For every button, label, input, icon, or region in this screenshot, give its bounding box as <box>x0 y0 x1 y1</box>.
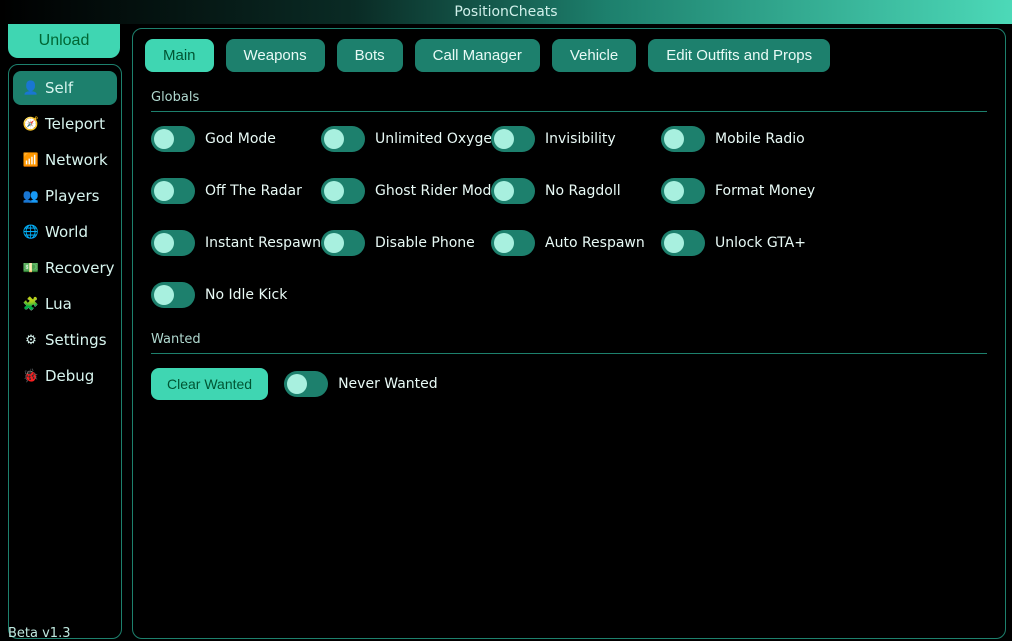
toggle-format_money[interactable] <box>661 178 705 204</box>
sidebar-item-network[interactable]: 📶 Network <box>13 143 117 177</box>
sidebar-item-label: Players <box>45 187 100 205</box>
toggle-item-god_mode: God Mode <box>151 126 321 152</box>
tab-callmgr[interactable]: Call Manager <box>415 39 540 72</box>
sidebar: 👤 Self 🧭 Teleport 📶 Network 👥 Players 🌐 World 💵 Rec… <box>8 64 122 639</box>
toggle-disable_phone[interactable] <box>321 230 365 256</box>
toggle-item-ghost_rider: Ghost Rider Mode <box>321 178 491 204</box>
sidebar-item-debug[interactable]: 🐞 Debug <box>13 359 117 393</box>
section-rule <box>151 111 987 112</box>
title-bar: PositionCheats <box>0 0 1012 24</box>
sidebar-item-label: Debug <box>45 367 94 385</box>
wifi-icon: 📶 <box>23 152 39 168</box>
sidebar-item-label: Network <box>45 151 108 169</box>
toggle-instant_respawn[interactable] <box>151 230 195 256</box>
toggle-label-invisibility: Invisibility <box>545 131 616 147</box>
tab-bar: Main Weapons Bots Call Manager Vehicle Edit O… <box>133 29 1005 80</box>
toggle-item-unlock_gta_plus: Unlock GTA+ <box>661 230 831 256</box>
toggle-label-auto_respawn: Auto Respawn <box>545 235 645 251</box>
sidebar-item-recovery[interactable]: 💵 Recovery <box>13 251 117 285</box>
sidebar-item-teleport[interactable]: 🧭 Teleport <box>13 107 117 141</box>
tab-main[interactable]: Main <box>145 39 214 72</box>
section-label-wanted: Wanted <box>151 328 987 349</box>
toggle-label-ghost_rider: Ghost Rider Mode <box>375 183 500 199</box>
globals-toggle-grid: God Mode Unlimited Oxygen Invisibility Mobi… <box>151 126 987 308</box>
sidebar-item-lua[interactable]: 🧩 Lua <box>13 287 117 321</box>
sidebar-item-players[interactable]: 👥 Players <box>13 179 117 213</box>
people-icon: 👥 <box>23 188 39 204</box>
tab-vehicle[interactable]: Vehicle <box>552 39 636 72</box>
toggle-item-disable_phone: Disable Phone <box>321 230 491 256</box>
toggle-label-mobile_radio: Mobile Radio <box>715 131 805 147</box>
never-wanted-toggle[interactable] <box>284 371 328 397</box>
toggle-label-god_mode: God Mode <box>205 131 276 147</box>
toggle-item-unlimited_oxygen: Unlimited Oxygen <box>321 126 491 152</box>
content-scroll[interactable]: Globals God Mode Unlimited Oxygen Invisibi… <box>133 80 1005 638</box>
toggle-label-no_idle_kick: No Idle Kick <box>205 287 287 303</box>
toggle-unlimited_oxygen[interactable] <box>321 126 365 152</box>
section-label-globals: Globals <box>151 86 987 107</box>
main-panel: Main Weapons Bots Call Manager Vehicle Edit O… <box>132 28 1006 639</box>
toggle-off_the_radar[interactable] <box>151 178 195 204</box>
compass-icon: 🧭 <box>23 116 39 132</box>
puzzle-icon: 🧩 <box>23 296 39 312</box>
sidebar-item-label: Lua <box>45 295 72 313</box>
toggle-label-off_the_radar: Off The Radar <box>205 183 302 199</box>
wanted-row: Clear Wanted Never Wanted <box>151 368 987 400</box>
toggle-label-no_ragdoll: No Ragdoll <box>545 183 621 199</box>
tab-outfits[interactable]: Edit Outfits and Props <box>648 39 830 72</box>
unload-button[interactable]: Unload <box>8 24 120 58</box>
sidebar-item-label: Settings <box>45 331 107 349</box>
user-icon: 👤 <box>23 80 39 96</box>
never-wanted-toggle-item: Never Wanted <box>284 371 438 397</box>
toggle-invisibility[interactable] <box>491 126 535 152</box>
toggle-label-unlimited_oxygen: Unlimited Oxygen <box>375 131 501 147</box>
toggle-no_ragdoll[interactable] <box>491 178 535 204</box>
bug-icon: 🐞 <box>23 368 39 384</box>
sidebar-item-world[interactable]: 🌐 World <box>13 215 117 249</box>
toggle-item-instant_respawn: Instant Respawn <box>151 230 321 256</box>
toggle-item-no_idle_kick: No Idle Kick <box>151 282 321 308</box>
toggle-item-off_the_radar: Off The Radar <box>151 178 321 204</box>
toggle-label-format_money: Format Money <box>715 183 815 199</box>
toggle-god_mode[interactable] <box>151 126 195 152</box>
sidebar-item-label: Self <box>45 79 73 97</box>
toggle-no_idle_kick[interactable] <box>151 282 195 308</box>
toggle-item-no_ragdoll: No Ragdoll <box>491 178 661 204</box>
sidebar-item-label: Recovery <box>45 259 115 277</box>
toggle-auto_respawn[interactable] <box>491 230 535 256</box>
clear-wanted-button[interactable]: Clear Wanted <box>151 368 268 400</box>
cash-icon: 💵 <box>23 260 39 276</box>
gear-icon: ⚙ <box>23 332 39 348</box>
toggle-ghost_rider[interactable] <box>321 178 365 204</box>
globe-icon: 🌐 <box>23 224 39 240</box>
tab-weapons[interactable]: Weapons <box>226 39 325 72</box>
toggle-mobile_radio[interactable] <box>661 126 705 152</box>
sidebar-item-settings[interactable]: ⚙ Settings <box>13 323 117 357</box>
toggle-unlock_gta_plus[interactable] <box>661 230 705 256</box>
toggle-item-mobile_radio: Mobile Radio <box>661 126 831 152</box>
toggle-item-invisibility: Invisibility <box>491 126 661 152</box>
toggle-label-instant_respawn: Instant Respawn <box>205 235 321 251</box>
toggle-item-format_money: Format Money <box>661 178 831 204</box>
never-wanted-label: Never Wanted <box>338 376 438 392</box>
sidebar-item-label: Teleport <box>45 115 105 133</box>
toggle-label-unlock_gta_plus: Unlock GTA+ <box>715 235 806 251</box>
app-title: PositionCheats <box>454 4 557 20</box>
section-rule <box>151 353 987 354</box>
tab-bots[interactable]: Bots <box>337 39 403 72</box>
toggle-label-disable_phone: Disable Phone <box>375 235 475 251</box>
sidebar-item-self[interactable]: 👤 Self <box>13 71 117 105</box>
sidebar-item-label: World <box>45 223 88 241</box>
toggle-item-auto_respawn: Auto Respawn <box>491 230 661 256</box>
